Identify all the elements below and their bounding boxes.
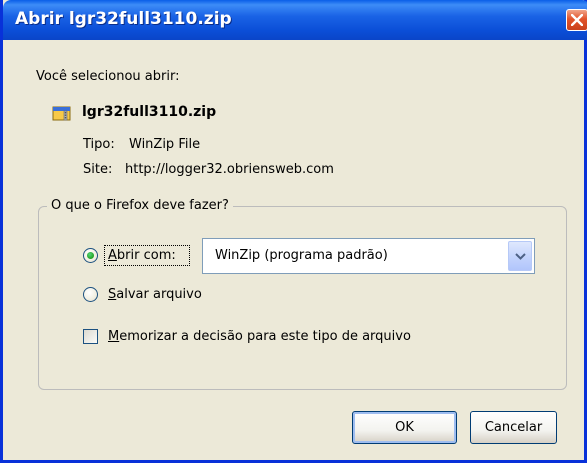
- open-with-accel: A: [108, 248, 117, 263]
- save-file-label[interactable]: Salvar arquivo: [108, 287, 202, 302]
- file-type-value: WinZip File: [129, 137, 201, 152]
- open-with-radio[interactable]: [83, 248, 98, 263]
- close-button[interactable]: [566, 9, 587, 31]
- close-icon: [571, 14, 583, 26]
- ok-button[interactable]: OK: [352, 411, 457, 444]
- open-with-label-rest: brir com:: [116, 248, 176, 263]
- window-title: Abrir lgr32full3110.zip: [15, 9, 232, 29]
- file-type-label: Tipo:: [83, 137, 115, 152]
- action-group-legend: O que o Firefox deve fazer?: [47, 198, 233, 213]
- download-dialog: Abrir lgr32full3110.zip Você selecionou …: [0, 0, 587, 463]
- radio-selected-dot: [87, 252, 94, 259]
- file-name: lgr32full3110.zip: [82, 104, 217, 120]
- winzip-file-icon: [52, 106, 71, 121]
- app-select-value: WinZip (programa padrão): [215, 248, 388, 263]
- title-bar[interactable]: Abrir lgr32full3110.zip: [3, 0, 587, 40]
- chevron-down-icon: [515, 253, 526, 260]
- remember-accel: M: [108, 329, 120, 344]
- cancel-button[interactable]: Cancelar: [470, 411, 557, 444]
- remember-checkbox[interactable]: [83, 329, 98, 344]
- intro-text: Você selecionou abrir:: [36, 69, 180, 84]
- remember-label[interactable]: Memorizar a decisão para este tipo de ar…: [108, 329, 411, 344]
- file-site-label: Site:: [83, 162, 113, 177]
- remember-label-rest: emorizar a decisão para este tipo de arq…: [119, 329, 411, 344]
- file-site-value: http://logger32.obriensweb.com: [125, 162, 334, 177]
- app-select[interactable]: WinZip (programa padrão): [202, 238, 535, 274]
- open-with-label[interactable]: Abrir com:: [108, 248, 176, 263]
- app-select-dropdown-button[interactable]: [508, 241, 532, 271]
- save-file-label-rest: alvar arquivo: [116, 287, 202, 302]
- save-file-radio[interactable]: [83, 287, 98, 302]
